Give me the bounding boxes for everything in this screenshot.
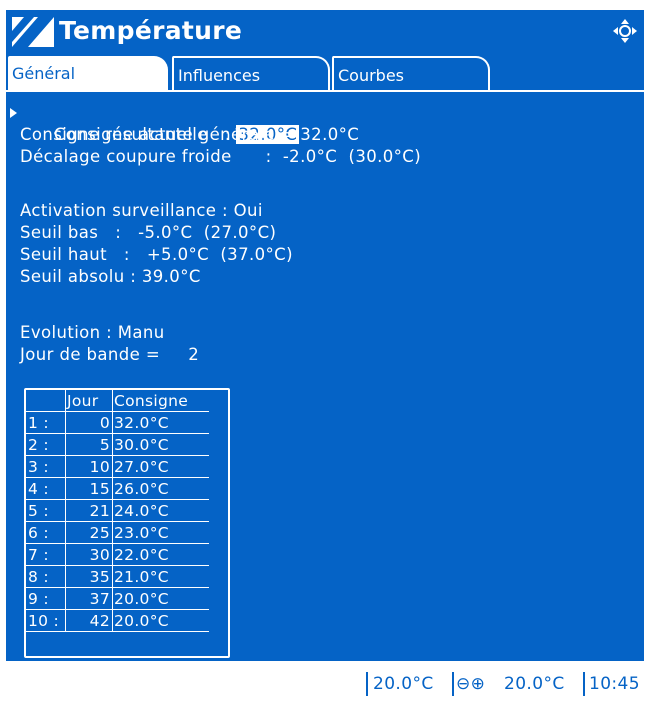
row-index: 2 :	[26, 433, 66, 456]
row-jour: 21	[65, 499, 113, 522]
table-row[interactable]: 3 :10 27.0°C	[26, 455, 209, 478]
row-consigne: 27.0°C	[112, 455, 209, 478]
table-row[interactable]: 9 :37 20.0°C	[26, 587, 209, 610]
tab-courbes[interactable]: Courbes	[332, 56, 490, 90]
row-consigne: 26.0°C	[112, 477, 209, 500]
row-jour: 30	[65, 543, 113, 566]
tab-influences-label: Influences	[178, 66, 261, 85]
row-jour: 5	[65, 433, 113, 456]
row-jour: 37	[65, 587, 113, 610]
row-jour: 0	[65, 411, 113, 434]
table-row[interactable]: 2 :5 30.0°C	[26, 433, 209, 456]
table-row[interactable]: 7 :30 22.0°C	[26, 543, 209, 566]
status-separator	[452, 672, 454, 696]
row-consigne: 23.0°C	[112, 521, 209, 544]
tab-general[interactable]: Général	[8, 56, 168, 92]
minus-plus-icon[interactable]: ⊖⊕	[456, 674, 485, 694]
row-consigne: 22.0°C	[112, 543, 209, 566]
row-jour: 15	[65, 477, 113, 500]
table-header-index	[26, 390, 66, 412]
thermometer-logo-icon	[12, 17, 54, 47]
decalage-row: Décalage coupure froide : -2.0°C (30.0°C…	[20, 147, 422, 166]
status-bar: 20.0°C ⊖⊕ 20.0°C 10:45	[0, 663, 650, 704]
row-jour: 10	[65, 455, 113, 478]
row-consigne: 20.0°C	[112, 609, 209, 632]
tab-general-label: Général	[12, 64, 76, 83]
status-separator	[583, 672, 585, 696]
table-row[interactable]: 5 :21 24.0°C	[26, 499, 209, 522]
row-index: 8 :	[26, 565, 66, 588]
row-consigne: 20.0°C	[112, 587, 209, 610]
table-row[interactable]: 4 :15 26.0°C	[26, 477, 209, 500]
navigation-arrows-icon[interactable]	[612, 18, 638, 44]
title-bar: Température	[6, 10, 644, 54]
status-temp-right: 20.0°C	[504, 674, 565, 694]
consigne-resultante-row: Consigne résultante générale = 32.0°C	[20, 125, 360, 144]
main-panel: Température Général Influences Courbes C…	[6, 10, 644, 661]
row-consigne: 30.0°C	[112, 433, 209, 456]
row-index: 10 :	[26, 609, 66, 632]
status-temp-left: 20.0°C	[373, 674, 434, 694]
row-index: 3 :	[26, 455, 66, 478]
row-index: 9 :	[26, 587, 66, 610]
row-jour: 35	[65, 565, 113, 588]
consigne-table: Jour Consigne 1 :0 32.0°C 2 :5 30.0°C 3 :1…	[24, 388, 230, 658]
status-separator	[366, 672, 368, 696]
row-index: 5 :	[26, 499, 66, 522]
table-header-jour: Jour	[65, 390, 113, 412]
row-index: 1 :	[26, 411, 66, 434]
table-row[interactable]: 10 :42 20.0°C	[26, 609, 209, 632]
row-index: 4 :	[26, 477, 66, 500]
table-header-row: Jour Consigne	[26, 390, 209, 412]
table-row[interactable]: 1 :0 32.0°C	[26, 411, 209, 434]
row-jour: 25	[65, 521, 113, 544]
tab-bar: Général Influences Courbes	[6, 56, 644, 92]
row-consigne: 24.0°C	[112, 499, 209, 522]
tab-influences[interactable]: Influences	[172, 56, 330, 90]
row-consigne: 32.0°C	[112, 411, 209, 434]
row-index: 6 :	[26, 521, 66, 544]
table-row[interactable]: 8 :35 21.0°C	[26, 565, 209, 588]
row-index: 7 :	[26, 543, 66, 566]
activation-row: Activation surveillance : Oui	[20, 201, 263, 220]
row-jour: 42	[65, 609, 113, 632]
page-title: Température	[59, 16, 243, 45]
table-row[interactable]: 6 :25 23.0°C	[26, 521, 209, 544]
consigne-actuelle-row[interactable]: Consigne actuelle : 32.0°C	[20, 102, 300, 144]
evolution-row: Evolution : Manu	[20, 323, 165, 342]
tab-courbes-label: Courbes	[338, 66, 405, 85]
jour-de-bande-row: Jour de bande = 2	[20, 345, 200, 364]
seuil-bas-row: Seuil bas : -5.0°C (27.0°C)	[20, 223, 277, 242]
seuil-absolu-row: Seuil absolu : 39.0°C	[20, 267, 201, 286]
selection-cursor-icon	[10, 108, 17, 118]
table-header-consigne: Consigne	[112, 390, 209, 412]
status-time: 10:45	[589, 674, 640, 694]
seuil-haut-row: Seuil haut : +5.0°C (37.0°C)	[20, 245, 293, 264]
row-consigne: 21.0°C	[112, 565, 209, 588]
